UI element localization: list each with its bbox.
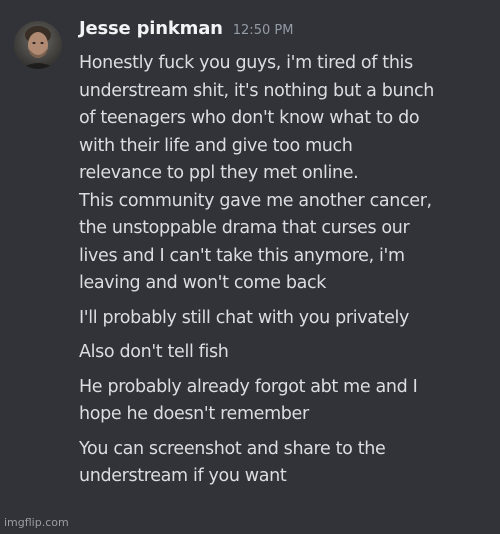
message-text-line: the unstoppable drama that curses our — [79, 218, 410, 238]
watermark: imgflip.com — [4, 516, 69, 529]
timestamp[interactable]: 12:50 PM — [233, 23, 294, 38]
message-text-line: hope he doesn't remember — [79, 404, 309, 424]
message-body: Honestly fuck you guys, i'm tired of thi… — [79, 50, 495, 491]
message-header: Jesse pinkman 12:50 PM — [79, 18, 293, 48]
message-text-line: I'll probably still chat with you privat… — [79, 307, 410, 328]
message-text-line: understream if you want — [79, 466, 287, 486]
message-text-line: Also don't tell fish — [79, 342, 229, 362]
avatar-photo-icon — [14, 21, 62, 69]
message-paragraph: Honestly fuck you guys, i'm tired of thi… — [79, 50, 495, 298]
message-text-line: with their life and give too much — [79, 135, 353, 156]
avatar[interactable] — [14, 21, 62, 69]
message-text-line: This community gave me another cancer, — [79, 190, 432, 211]
message-text-line: lives and I can't take this anymore, i'm — [79, 245, 405, 266]
message-paragraph: I'll probably still chat with you privat… — [79, 305, 495, 333]
message-text-line: of teenagers who don't know what to do — [79, 108, 420, 128]
message-text-line: leaving and won't come back — [79, 273, 327, 293]
message-text-line: relevance to ppl they met online. — [79, 163, 359, 183]
message-text-line: He probably already forgot abt me and I — [79, 376, 418, 397]
username[interactable]: Jesse pinkman — [79, 18, 223, 39]
message-text-line: You can screenshot and share to the — [79, 438, 386, 459]
message-text-line: understream shit, it's nothing but a bun… — [79, 80, 435, 101]
message-paragraph: You can screenshot and share to the under… — [79, 436, 495, 491]
message-text-line: Honestly fuck you guys, i'm tired of thi… — [79, 53, 413, 73]
chat-message: Jesse pinkman 12:50 PM Honestly fuck you… — [0, 0, 500, 534]
message-paragraph: He probably already forgot abt me and I h… — [79, 374, 495, 429]
message-paragraph: Also don't tell fish — [79, 339, 495, 367]
